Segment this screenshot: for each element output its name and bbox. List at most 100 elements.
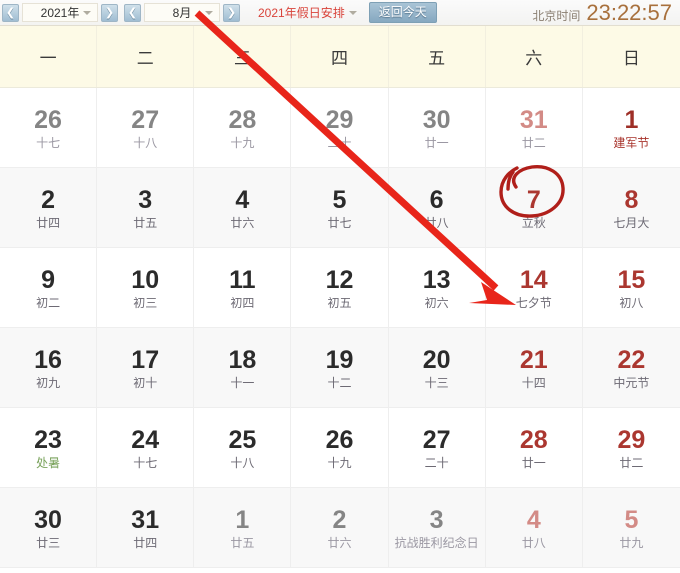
day-subtitle: 廿六 <box>327 535 352 550</box>
next-year-button[interactable]: ❯ <box>101 3 118 22</box>
chevron-down-icon <box>348 10 357 15</box>
day-cell[interactable]: 30 廿三 <box>0 488 98 568</box>
day-number: 30 <box>422 105 451 134</box>
weekday-header-7: 日 <box>622 49 640 68</box>
day-cell[interactable]: 7 立秋 <box>485 168 583 248</box>
day-number: 25 <box>228 425 257 454</box>
weekday-header-row: 一二三四五六 日 <box>0 26 680 88</box>
holiday-schedule-label: 2021年假日安排 <box>258 6 345 20</box>
day-cell[interactable]: 17 初十 <box>97 328 195 408</box>
day-number: 29 <box>325 105 354 134</box>
day-cell[interactable]: 27 十八 <box>97 88 195 168</box>
day-cell[interactable]: 31 廿二 <box>485 88 583 168</box>
day-cell[interactable]: 10 初三 <box>97 248 195 328</box>
day-cell[interactable]: 1 廿五 <box>194 488 292 568</box>
day-subtitle: 初六 <box>424 295 449 310</box>
day-number: 3 <box>429 505 444 534</box>
day-number: 17 <box>131 345 160 374</box>
day-cell[interactable]: 2 廿四 <box>0 168 98 248</box>
prev-year-button[interactable]: ❮ <box>2 3 19 22</box>
day-cell[interactable]: 28 十九 <box>194 88 292 168</box>
day-cell[interactable]: 11 初四 <box>194 248 292 328</box>
day-cell[interactable]: 3 廿五 <box>97 168 195 248</box>
calendar-grid: 26 十七 27 十八 28 十九 29 二十 30 廿一 31 廿二 1 建军节 2 廿四 3 廿五 4 廿六 5 廿七… <box>0 88 680 568</box>
weekday-header-2: 二 <box>97 26 195 87</box>
day-subtitle: 廿七 <box>327 215 352 230</box>
day-cell[interactable]: 26 十九 <box>291 408 389 488</box>
day-cell[interactable]: 9 初二 <box>0 248 98 328</box>
day-subtitle: 立秋 <box>521 215 546 230</box>
day-number: 9 <box>41 265 56 294</box>
day-subtitle: 初九 <box>36 375 61 390</box>
day-subtitle: 二十 <box>327 135 352 150</box>
clock-time: 23:22:57 <box>586 0 672 25</box>
day-number: 6 <box>429 185 444 214</box>
day-cell[interactable]: 1 建军节 <box>582 88 680 168</box>
day-cell[interactable]: 26 十七 <box>0 88 98 168</box>
day-cell[interactable]: 25 十八 <box>194 408 292 488</box>
day-subtitle: 十四 <box>521 375 546 390</box>
day-subtitle: 七夕节 <box>515 295 552 310</box>
day-number: 28 <box>519 425 548 454</box>
day-cell[interactable]: 4 廿六 <box>194 168 292 248</box>
holiday-schedule-dropdown[interactable]: 2021年假日安排 <box>254 3 359 22</box>
day-number: 14 <box>519 265 548 294</box>
day-subtitle: 廿二 <box>521 135 546 150</box>
day-cell[interactable]: 23 处暑 <box>0 408 98 488</box>
clock-label: 北京时间 <box>532 8 581 23</box>
day-cell[interactable]: 14 七夕节 <box>485 248 583 328</box>
day-subtitle: 初十 <box>133 375 158 390</box>
day-cell[interactable]: 20 十三 <box>388 328 486 408</box>
day-cell[interactable]: 13 初六 <box>388 248 486 328</box>
day-subtitle: 十一 <box>230 375 255 390</box>
day-cell[interactable]: 5 廿七 <box>291 168 389 248</box>
day-subtitle: 十七 <box>133 455 158 470</box>
day-subtitle: 二十 <box>424 455 449 470</box>
weekday-header-1: 一 <box>0 26 98 87</box>
back-to-today-button[interactable]: 返回今天 <box>368 2 437 23</box>
day-cell[interactable]: 28 廿一 <box>485 408 583 488</box>
day-cell[interactable]: 16 初九 <box>0 328 98 408</box>
day-number: 4 <box>526 505 541 534</box>
day-cell[interactable]: 4 廿八 <box>485 488 583 568</box>
day-number: 31 <box>131 505 160 534</box>
month-selector[interactable]: 8月 <box>144 3 220 22</box>
day-cell[interactable]: 18 十一 <box>194 328 292 408</box>
day-cell[interactable]: 3 抗战胜利纪念日 <box>388 488 486 568</box>
day-cell[interactable]: 24 十七 <box>97 408 195 488</box>
day-number: 18 <box>228 345 257 374</box>
day-cell[interactable]: 29 二十 <box>291 88 389 168</box>
day-cell[interactable]: 8 七月大 <box>582 168 680 248</box>
day-cell[interactable]: 5 廿九 <box>582 488 680 568</box>
year-selector[interactable]: 2021年 <box>22 3 98 22</box>
day-cell[interactable]: 29 廿二 <box>582 408 680 488</box>
day-number: 10 <box>131 265 160 294</box>
next-month-button[interactable]: ❯ <box>223 3 240 22</box>
day-cell[interactable]: 19 十二 <box>291 328 389 408</box>
day-subtitle: 廿三 <box>36 535 61 550</box>
day-number: 22 <box>617 345 646 374</box>
day-subtitle: 十二 <box>327 375 352 390</box>
day-cell[interactable]: 21 十四 <box>485 328 583 408</box>
prev-month-button[interactable]: ❮ <box>124 3 141 22</box>
day-cell[interactable]: 22 中元节 <box>582 328 680 408</box>
day-number: 12 <box>325 265 354 294</box>
day-cell[interactable]: 31 廿四 <box>97 488 195 568</box>
day-subtitle: 处暑 <box>36 455 61 470</box>
day-cell[interactable]: 12 初五 <box>291 248 389 328</box>
day-number: 26 <box>34 105 62 134</box>
day-subtitle: 廿五 <box>133 215 158 230</box>
chevron-down-icon <box>205 10 213 15</box>
day-subtitle: 初五 <box>327 295 352 310</box>
day-number: 13 <box>422 265 451 294</box>
day-cell[interactable]: 2 廿六 <box>291 488 389 568</box>
day-cell[interactable]: 15 初八 <box>582 248 680 328</box>
day-number: 15 <box>617 265 646 294</box>
day-number: 1 <box>624 105 639 134</box>
day-subtitle: 廿八 <box>521 535 546 550</box>
day-cell[interactable]: 6 廿八 <box>388 168 486 248</box>
day-cell[interactable]: 27 二十 <box>388 408 486 488</box>
day-subtitle: 十三 <box>424 375 449 390</box>
chevron-down-icon <box>83 10 91 15</box>
day-cell[interactable]: 30 廿一 <box>388 88 486 168</box>
